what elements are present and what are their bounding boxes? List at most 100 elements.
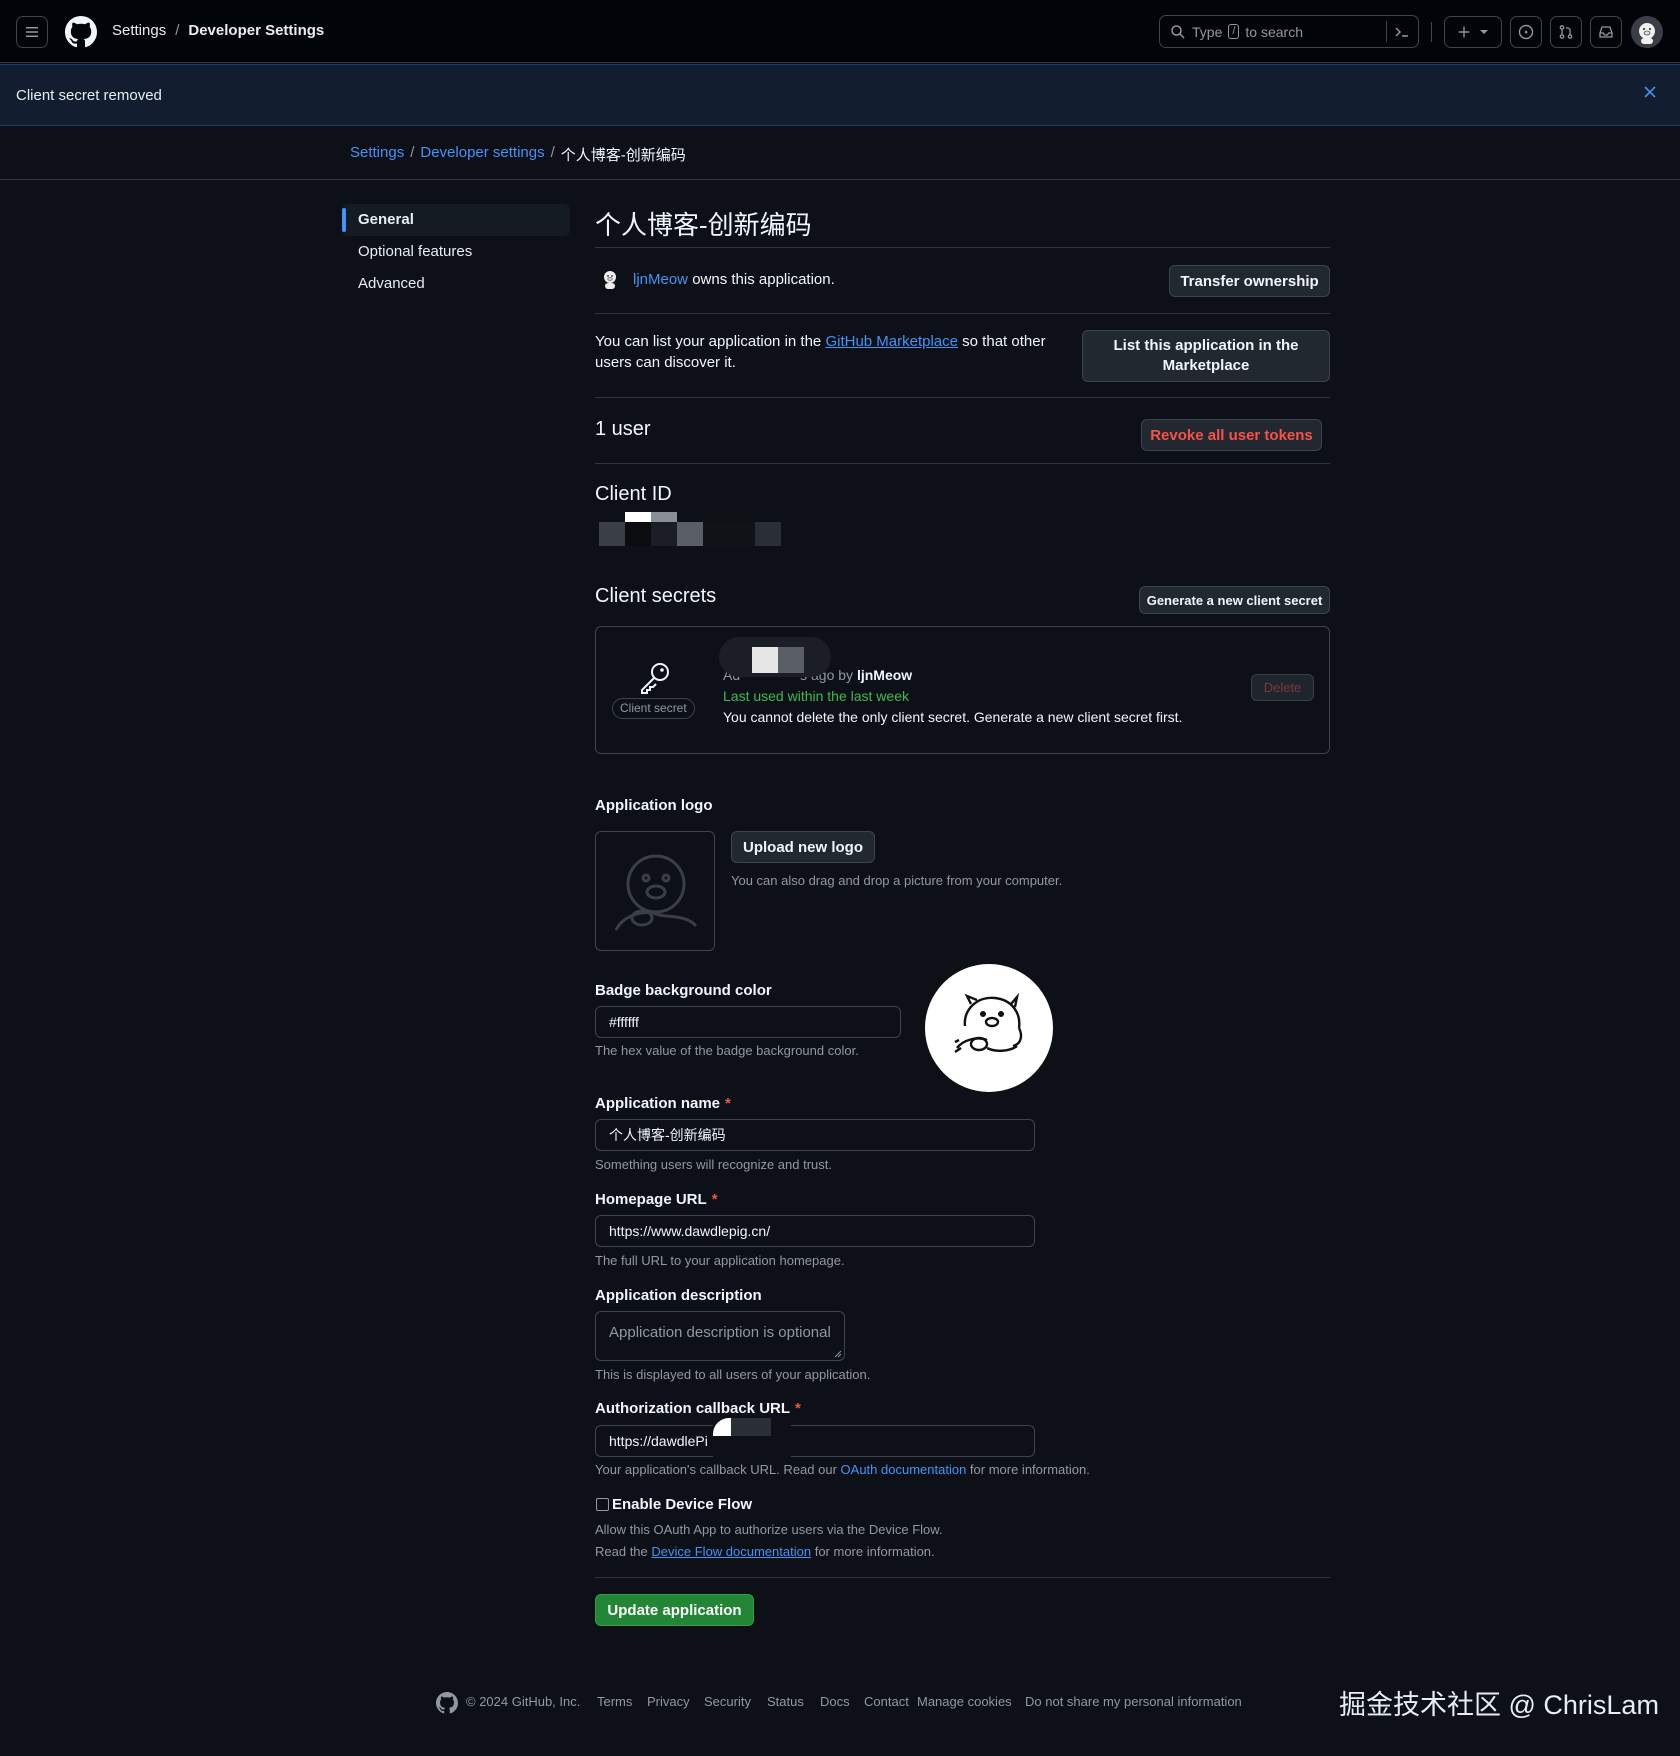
footer-link-do-not-share[interactable]: Do not share my personal information [1025,1694,1242,1709]
marketplace-link[interactable]: GitHub Marketplace [825,333,958,350]
required-marker: * [725,1095,731,1112]
device-flow-docs-note: Read the Device Flow documentation for m… [595,1544,935,1559]
search-box[interactable]: Type / to search [1159,15,1419,48]
resize-handle-icon[interactable] [834,1350,842,1358]
update-application-button[interactable]: Update application [595,1594,754,1626]
badge-color-label: Badge background color [595,982,772,999]
create-new-button[interactable] [1444,16,1502,48]
sidebar-item-general[interactable]: General [342,204,570,236]
homepage-input[interactable]: https://www.dawdlepig.cn/ [595,1215,1035,1247]
users-divider [595,463,1330,464]
callback-note: Your application's callback URL. Read ou… [595,1462,1090,1477]
footer-link-privacy[interactable]: Privacy [647,1694,690,1709]
pull-requests-button[interactable] [1550,16,1582,48]
breadcrumb-settings-link[interactable]: Settings [350,144,404,165]
badge-preview [925,964,1053,1092]
close-icon[interactable] [1643,85,1657,99]
app-name-label: Application name * [595,1095,731,1112]
secret-added-by: ljnMeow [856,667,913,683]
flash-message: Client secret removed [16,87,162,104]
client-id-redacted [599,512,789,548]
device-flow-checkbox[interactable] [596,1498,609,1511]
footer-link-status[interactable]: Status [767,1694,804,1709]
issues-button[interactable] [1510,16,1542,48]
device-flow-label[interactable]: Enable Device Flow [612,1496,752,1513]
search-rest-text: to search [1245,23,1304,40]
search-divider [1386,21,1387,42]
footer-link-contact[interactable]: Contact [864,1694,909,1709]
title-divider [595,247,1330,248]
footer-link-terms[interactable]: Terms [597,1694,632,1709]
footer-link-docs[interactable]: Docs [820,1694,850,1709]
client-secrets-heading: Client secrets [595,585,717,607]
command-palette-icon[interactable] [1394,24,1410,40]
plus-icon [1458,26,1470,38]
app-name-note: Something users will recognize and trust… [595,1157,833,1172]
footer-link-security[interactable]: Security [704,1694,751,1709]
delete-secret-button[interactable]: Delete [1251,674,1314,701]
user-count: 1 user [595,418,651,440]
inbox-icon [1599,26,1613,38]
homepage-label-text: Homepage URL [595,1191,707,1208]
pull-request-icon [1559,25,1573,39]
marketplace-text: You can list your application in the Git… [595,331,1075,373]
header-developer-settings[interactable]: Developer Settings [188,22,324,39]
key-icon [641,663,669,694]
header-separator: / [175,22,180,39]
menu-button[interactable] [16,16,48,48]
github-logo-icon[interactable] [65,16,97,48]
user-avatar[interactable] [1631,16,1663,48]
breadcrumb-separator: / [410,144,415,161]
required-marker: * [711,1191,718,1208]
app-name-label-text: Application name [595,1095,721,1112]
pig-badge-icon [954,992,1023,1053]
description-label: Application description [595,1287,762,1304]
github-footer-logo-icon[interactable] [436,1692,458,1714]
list-marketplace-button[interactable]: List this application in the Marketplace [1082,330,1330,382]
client-secret-badge: Client secret [612,698,695,719]
callback-input[interactable]: https://dawdlePi [595,1425,1035,1457]
callback-note-after: for more information. [969,1462,1090,1477]
pig-avatar-icon [1631,16,1663,48]
required-marker: * [795,1400,801,1417]
owner-link[interactable]: ljnMeow [633,271,688,288]
callback-redaction [713,1418,791,1458]
oauth-docs-link[interactable]: OAuth documentation [841,1462,967,1477]
app-name-input[interactable]: 个人博客-创新编码 [595,1119,1035,1151]
search-type-text: Type [1192,23,1223,40]
secret-warning: You cannot delete the only client secret… [723,709,1183,725]
description-textarea[interactable]: Application description is optional [595,1311,845,1361]
owner-line: ljnMeow owns this application. [633,271,835,288]
header-settings-link[interactable]: Settings [112,22,166,39]
device-flow-note-before: Read the [595,1544,648,1559]
device-flow-note: Allow this OAuth App to authorize users … [595,1522,943,1537]
header-divider [1431,22,1432,42]
breadcrumb-developer-settings-link[interactable]: Developer settings [420,144,544,165]
transfer-ownership-button[interactable]: Transfer ownership [1169,265,1330,297]
marketplace-divider [595,397,1330,398]
callback-label-text: Authorization callback URL [595,1400,791,1417]
footer-link-manage-cookies[interactable]: Manage cookies [917,1694,1012,1709]
logo-preview [595,831,715,951]
logo-heading: Application logo [595,797,713,814]
issue-icon [1518,24,1534,40]
device-flow-docs-link[interactable]: Device Flow documentation [651,1544,811,1559]
generate-secret-button[interactable]: Generate a new client secret [1139,586,1330,614]
sidebar-item-advanced[interactable]: Advanced [342,268,570,300]
caret-down-icon [1480,30,1488,34]
header-breadcrumb: Settings / Developer Settings [112,22,324,39]
breadcrumb-separator: / [550,144,555,161]
secret-redaction-blob [719,637,831,677]
footer-copyright: © 2024 GitHub, Inc. [466,1694,581,1709]
upload-logo-button[interactable]: Upload new logo [731,831,875,863]
marketplace-text-before: You can list your application in the [595,333,822,350]
badge-color-input[interactable]: #ffffff [595,1006,901,1038]
sidebar-item-optional-features[interactable]: Optional features [342,236,570,268]
search-icon [1171,24,1185,39]
revoke-tokens-button[interactable]: Revoke all user tokens [1141,419,1322,451]
pig-logo-faded-icon [614,854,698,931]
breadcrumb: Settings / Developer settings / 个人博客-创新编… [0,127,1680,180]
badge-color-note: The hex value of the badge background co… [595,1043,859,1058]
notifications-button[interactable] [1590,16,1622,48]
device-flow-note-after: for more information. [814,1544,935,1559]
